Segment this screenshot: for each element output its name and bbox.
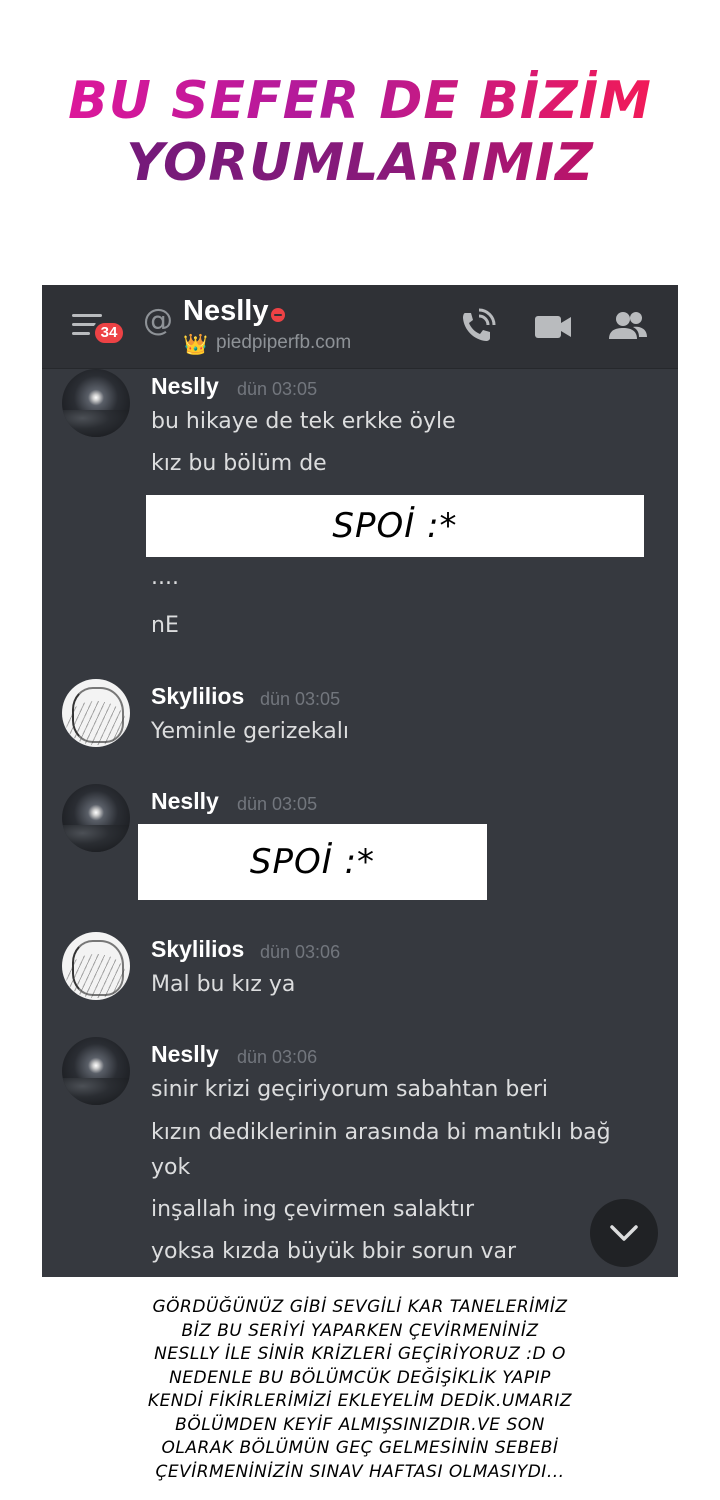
message-author[interactable]: Neslly (151, 373, 219, 400)
dm-header: 34 @ Neslly 👑 piedpiperfb.com (42, 285, 678, 369)
spoiler-overlay: SPOİ :* (138, 824, 487, 900)
message-timestamp: dün 03:05 (237, 379, 318, 399)
message-text: nE (151, 613, 179, 638)
caption-line: BİZ BU SERİYİ YAPARKEN ÇEVİRMENİNİZ (181, 1320, 539, 1341)
avatar[interactable] (62, 932, 130, 1000)
message-timestamp: dün 03:06 (237, 1047, 318, 1067)
message-timestamp: dün 03:05 (237, 794, 318, 814)
chat-window: 34 @ Neslly 👑 piedpiperfb.com Neslly dün… (42, 285, 678, 1277)
unread-badge: 34 (92, 320, 126, 346)
message-author[interactable]: Neslly (151, 788, 219, 815)
banner-line-2: YORUMLARIMIZ (0, 132, 720, 194)
caption-line: NEDENLE BU BÖLÜMCÜK DEĞİŞİKLİK YAPIP (169, 1367, 551, 1388)
message-text: kızın dediklerinin arasında bi mantıklı … (151, 1120, 611, 1145)
status-emoji: 👑 (183, 332, 208, 356)
avatar[interactable] (62, 784, 130, 852)
message-author[interactable]: Skylilios (151, 936, 244, 963)
message-text: Yeminle gerizekalı (151, 719, 349, 744)
message-text: Mal bu kız ya (151, 972, 296, 997)
video-icon[interactable] (533, 307, 573, 347)
message-timestamp: dün 03:06 (260, 942, 341, 962)
message-list[interactable]: Neslly dün 03:05 bu hikaye de tek erkke … (42, 369, 678, 1277)
avatar[interactable] (62, 679, 130, 747)
avatar[interactable] (62, 369, 130, 437)
custom-status: piedpiperfb.com (216, 332, 352, 353)
message-text: kız bu bölüm de (151, 451, 327, 476)
call-icon[interactable] (457, 307, 497, 347)
message-text: inşallah ing çevirmen salaktır (151, 1197, 475, 1222)
caption-line: BÖLÜMDEN KEYİF ALMIŞSINIZDIR.VE SON (175, 1414, 545, 1435)
caption-line: GÖRDÜĞÜNÜZ GİBİ SEVGİLİ KAR TANELERİMİZ (152, 1297, 568, 1317)
message-timestamp: dün 03:05 (260, 689, 341, 709)
caption-note: GÖRDÜĞÜNÜZ GİBİ SEVGİLİ KAR TANELERİMİZ … (60, 1296, 660, 1484)
avatar[interactable] (62, 1037, 130, 1105)
message-text: sinir krizi geçiriyorum sabahtan beri (151, 1077, 549, 1102)
members-icon[interactable] (607, 307, 647, 347)
scroll-to-bottom-button[interactable] (590, 1199, 658, 1267)
message-text: yok (151, 1155, 191, 1180)
chevron-down-icon (610, 1225, 638, 1241)
dnd-status-icon (271, 308, 285, 322)
message-author[interactable]: Neslly (151, 1041, 219, 1068)
dm-username[interactable]: Neslly (183, 295, 268, 328)
message-text: .... (151, 565, 179, 590)
message-text: bu hikaye de tek erkke öyle (151, 409, 456, 434)
at-icon: @ (143, 303, 173, 338)
spoiler-overlay: SPOİ :* (146, 495, 644, 557)
message-text: yoksa kızda büyük bbir sorun var (151, 1239, 517, 1264)
caption-line: OLARAK BÖLÜMÜN GEÇ GELMESİNİN SEBEBİ (161, 1438, 559, 1458)
title-banner: BU SEFER DE BİZİM YORUMLARIMIZ (0, 70, 720, 194)
message-author[interactable]: Skylilios (151, 683, 244, 710)
caption-line: ÇEVİRMENİNİZİN SINAV HAFTASI OLMASIYDI..… (155, 1461, 565, 1482)
caption-line: NESLLY İLE SİNİR KRİZLERİ GEÇİRİYORUZ :D… (154, 1344, 566, 1364)
caption-line: KENDİ FİKİRLERİMİZİ EKLEYELİM DEDİK.UMAR… (147, 1391, 573, 1411)
banner-line-1: BU SEFER DE BİZİM (0, 70, 720, 132)
